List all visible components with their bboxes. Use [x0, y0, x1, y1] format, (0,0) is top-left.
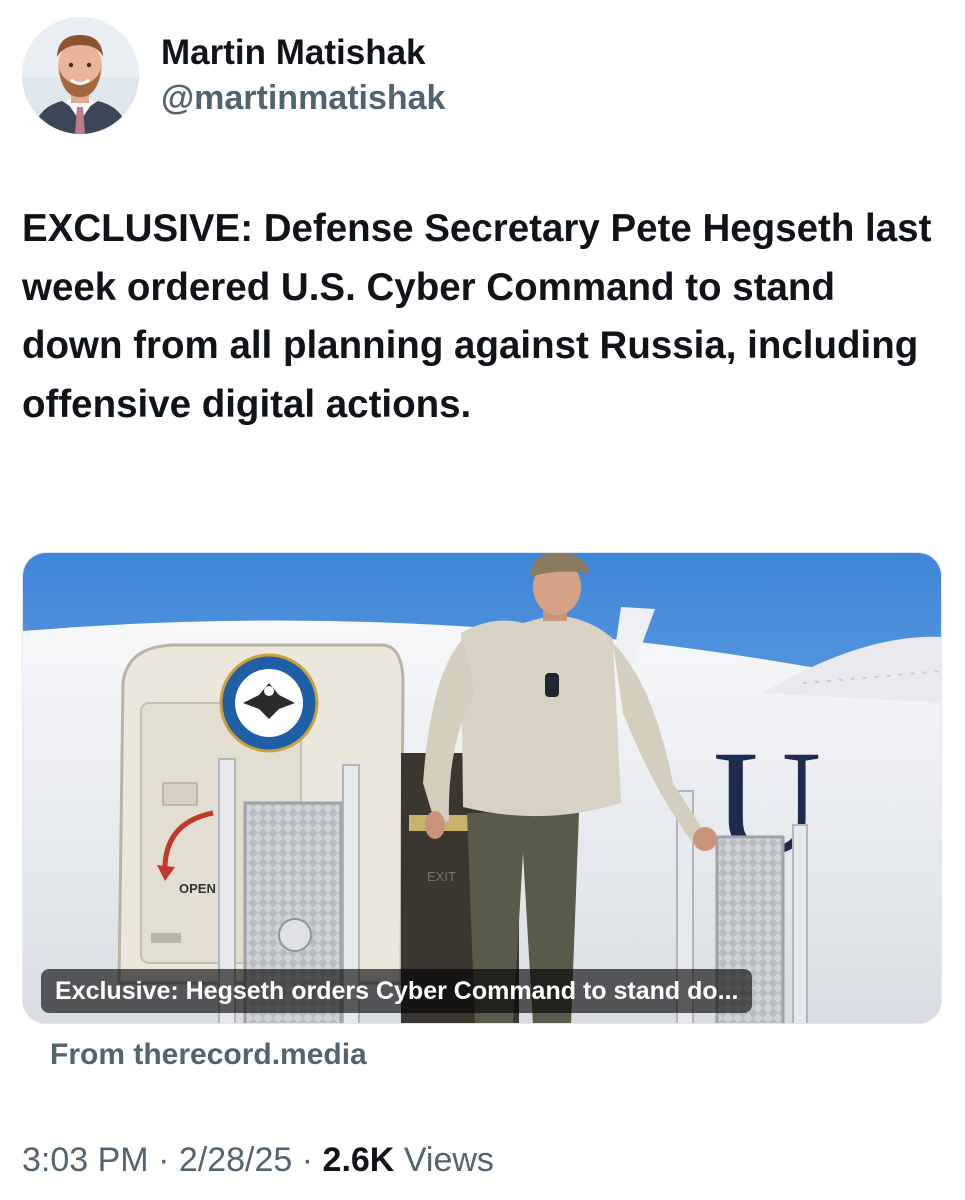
- author-names: Martin Matishak @martinmatishak: [161, 32, 445, 119]
- tweet-header: Martin Matishak @martinmatishak: [22, 14, 942, 138]
- link-card-source[interactable]: From therecord.media: [50, 1034, 367, 1076]
- news-photo-icon: U OPEN EXIT: [23, 553, 941, 1023]
- meta-separator: ·: [158, 1141, 170, 1179]
- author-display-name[interactable]: Martin Matishak: [161, 32, 445, 74]
- tweet-text: EXCLUSIVE: Defense Secretary Pete Hegset…: [22, 207, 932, 426]
- tweet-date[interactable]: 2/28/25: [179, 1141, 292, 1179]
- profile-photo-icon: [22, 17, 139, 134]
- views-label: Views: [403, 1141, 494, 1179]
- link-card[interactable]: U OPEN EXIT Exclusive: Hegseth orders Cy…: [22, 552, 942, 1024]
- door-open-label: OPEN: [179, 881, 216, 896]
- tweet-time[interactable]: 3:03 PM: [22, 1141, 149, 1179]
- exit-label: EXIT: [427, 869, 456, 884]
- views-count: 2.6K: [322, 1141, 395, 1179]
- author-handle[interactable]: @martinmatishak: [161, 77, 445, 119]
- link-card-title: Exclusive: Hegseth orders Cyber Command …: [41, 969, 753, 1013]
- meta-separator: ·: [301, 1141, 314, 1179]
- avatar[interactable]: [22, 17, 139, 134]
- tweet-meta: 3:03 PM · 2/28/25 · 2.6K Views: [22, 1138, 494, 1182]
